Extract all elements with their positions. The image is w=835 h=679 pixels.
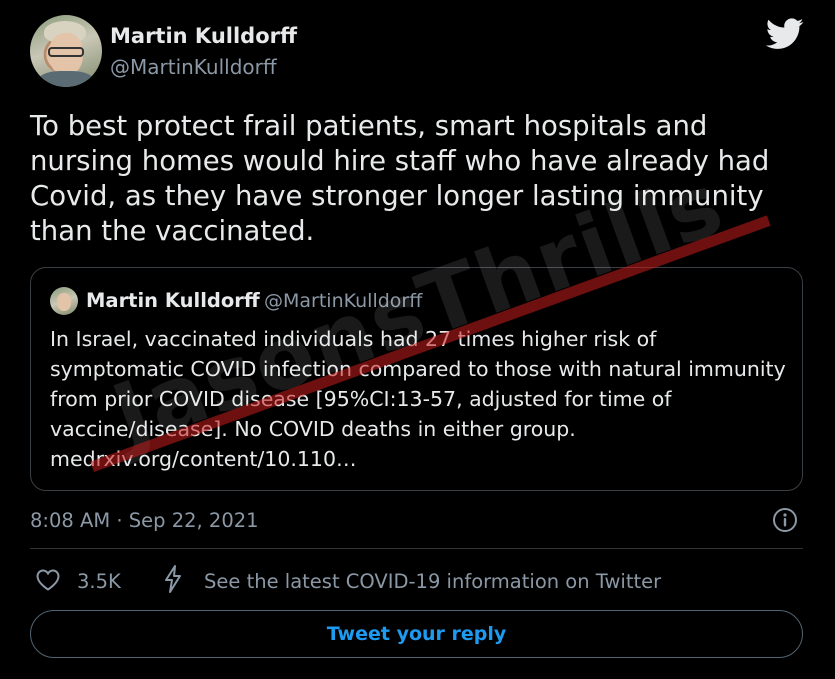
quoted-tweet-text: In Israel, vaccinated individuals had 27… <box>50 324 790 474</box>
heart-icon[interactable] <box>35 568 61 592</box>
twitter-bird-icon[interactable] <box>766 18 804 50</box>
tweet-timestamp[interactable]: 8:08 AM · Sep 22, 2021 <box>30 509 259 532</box>
tweet-reply-button[interactable]: Tweet your reply <box>30 610 803 658</box>
quoted-author-avatar <box>50 287 78 315</box>
lightning-bolt-icon <box>165 565 181 593</box>
quoted-author-handle: @MartinKulldorff <box>264 290 423 312</box>
info-icon[interactable] <box>772 507 798 533</box>
tweet-text: To best protect frail patients, smart ho… <box>30 110 770 247</box>
quoted-tweet[interactable]: Martin Kulldorff @MartinKulldorff In Isr… <box>30 267 803 491</box>
author-handle[interactable]: @MartinKulldorff <box>110 55 277 79</box>
tweet-card: Martin Kulldorff @MartinKulldorff To bes… <box>0 0 835 679</box>
quoted-tweet-body: In Israel, vaccinated individuals had 27… <box>50 327 786 441</box>
quoted-tweet-link[interactable]: medrxiv.org/content/10.110… <box>50 447 357 471</box>
divider <box>30 548 803 549</box>
author-avatar[interactable] <box>30 15 102 87</box>
quoted-author-name: Martin Kulldorff <box>86 289 260 312</box>
author-name[interactable]: Martin Kulldorff <box>110 24 297 48</box>
covid-info-link[interactable]: See the latest COVID-19 information on T… <box>204 570 661 593</box>
like-count[interactable]: 3.5K <box>77 570 121 593</box>
